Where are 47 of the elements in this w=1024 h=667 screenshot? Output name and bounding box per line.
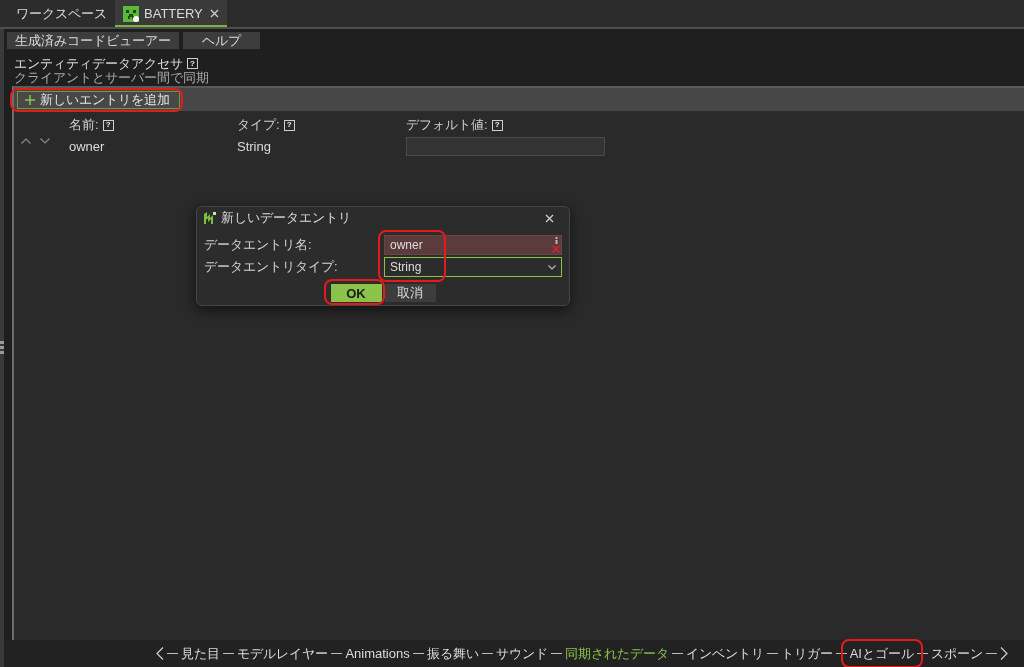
grip-icon[interactable] bbox=[0, 341, 4, 355]
toolbar-button[interactable]: 生成済みコードビューアー bbox=[7, 32, 179, 49]
help-icon[interactable]: ? bbox=[187, 58, 198, 69]
column-header: デフォルト値: bbox=[406, 116, 488, 134]
dialog-title: 新しいデータエントリ bbox=[221, 209, 351, 227]
app-logo-icon bbox=[204, 212, 216, 224]
column-header: タイプ: bbox=[237, 116, 280, 134]
nav-link[interactable]: スポーン bbox=[931, 644, 983, 663]
add-entry-button[interactable]: 新しいエントリを追加 bbox=[17, 90, 180, 109]
table-cell: owner bbox=[69, 139, 105, 154]
input-field[interactable]: owner bbox=[384, 235, 562, 255]
nav-link[interactable]: インベントリ bbox=[685, 644, 764, 663]
column-header: 名前: bbox=[69, 116, 99, 134]
field-label: データエントリタイプ: bbox=[204, 258, 339, 276]
nav-link[interactable]: モデルレイヤー bbox=[237, 644, 329, 663]
chevron-left-icon[interactable] bbox=[156, 647, 165, 660]
info-icon bbox=[553, 237, 559, 244]
help-icon[interactable]: ? bbox=[491, 119, 503, 131]
section-title: エンティティデータアクセサ bbox=[14, 54, 183, 71]
nav-link[interactable]: サウンド bbox=[495, 644, 548, 663]
chevron-up-icon[interactable] bbox=[21, 138, 31, 144]
pixel-face-icon bbox=[123, 5, 139, 22]
nav-link[interactable]: Animations bbox=[345, 646, 410, 661]
error-cross-icon bbox=[552, 245, 560, 253]
input-field[interactable] bbox=[406, 137, 605, 156]
table-cell: String bbox=[237, 139, 271, 154]
close-icon[interactable] bbox=[545, 213, 554, 223]
chevron-down-icon bbox=[548, 264, 556, 270]
nav-link[interactable]: 振る舞い bbox=[426, 644, 479, 663]
chevron-down-icon[interactable] bbox=[40, 138, 50, 144]
nav-link[interactable]: 見た目 bbox=[181, 644, 221, 663]
plus-icon bbox=[25, 94, 35, 105]
cancel-button[interactable]: 取消 bbox=[384, 284, 436, 302]
section-subtitle: クライアントとサーバー間で同期 bbox=[14, 71, 210, 85]
type-dropdown[interactable]: String bbox=[384, 257, 562, 277]
nav-link[interactable]: 同期されたデータ bbox=[564, 644, 669, 663]
tab[interactable]: ワークスペース bbox=[8, 0, 115, 27]
chevron-right-icon[interactable] bbox=[1000, 647, 1008, 660]
tab[interactable]: BATTERY bbox=[115, 0, 227, 27]
field-label: データエントリ名: bbox=[204, 236, 313, 254]
ok-button[interactable]: OK bbox=[330, 284, 382, 302]
help-icon[interactable]: ? bbox=[102, 119, 114, 131]
close-icon[interactable] bbox=[209, 9, 219, 18]
toolbar-button[interactable]: ヘルプ bbox=[183, 32, 260, 49]
nav-link[interactable]: AIとゴール bbox=[849, 644, 914, 663]
nav-link[interactable]: トリガー bbox=[780, 644, 833, 663]
help-icon[interactable]: ? bbox=[283, 119, 295, 131]
